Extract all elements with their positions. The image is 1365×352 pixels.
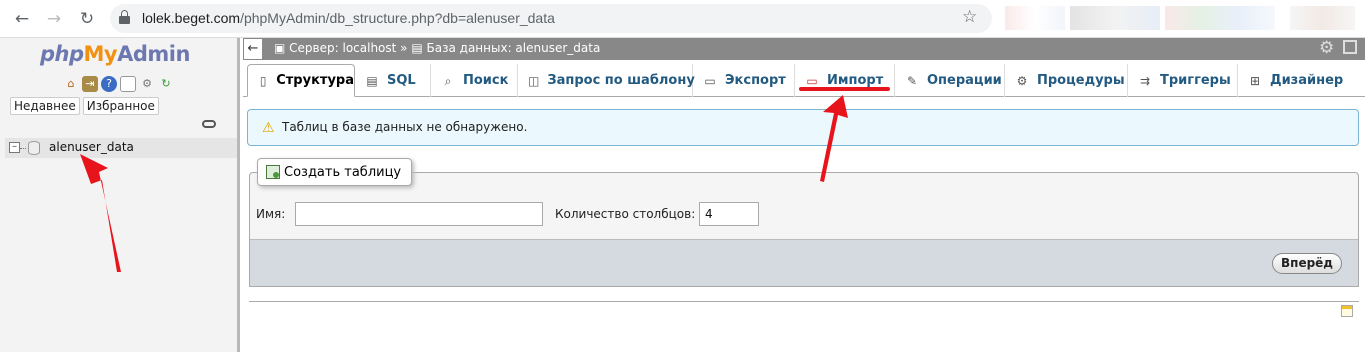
breadcrumb-database[interactable]: База данных: alenuser_data [427, 41, 601, 55]
settings-gear-icon[interactable]: ⚙ [139, 76, 155, 92]
tab-sql[interactable]: ▤ SQL [355, 64, 431, 97]
quick-icons: ⌂ ⇥ ? ⚙ ↻ [63, 76, 174, 92]
console-icon[interactable] [1341, 305, 1353, 317]
tab-label: SQL [387, 73, 416, 88]
notice-box: ⚠ Таблиц в базе данных не обнаружено. [247, 109, 1359, 146]
db-tree-item[interactable]: – alenuser_data [5, 138, 237, 158]
warning-icon: ⚠ [262, 120, 275, 136]
divider [249, 301, 1359, 302]
favorites-tab[interactable]: Избранное [82, 97, 159, 115]
forward-icon[interactable]: → [43, 8, 65, 30]
maximize-icon[interactable] [1343, 40, 1357, 54]
back-icon[interactable]: ← [11, 8, 33, 30]
table-name-label: Имя: [256, 207, 286, 221]
logo-admin: Admin [117, 42, 190, 66]
table-add-icon [266, 165, 280, 179]
notice-text: Таблиц в базе данных не обнаружено. [282, 120, 528, 134]
tab-search[interactable]: ⌕ Поиск [431, 64, 518, 97]
server-icon: ▣ [274, 41, 286, 55]
tab-query[interactable]: ◫ Запрос по шаблону [518, 64, 695, 97]
db-tree-label[interactable]: alenuser_data [49, 140, 134, 154]
url-text[interactable]: lolek.beget.com/phpMyAdmin/db_structure.… [142, 10, 555, 26]
sql-icon: ▤ [366, 73, 378, 88]
logo-my: My [83, 42, 118, 66]
tab-label: Экспорт [725, 73, 786, 88]
breadcrumb-server[interactable]: Сервер: localhost » [289, 41, 407, 55]
columns-count-input[interactable]: 4 [699, 202, 759, 226]
lock-icon [119, 10, 130, 24]
routines-icon: ⚙ [1016, 73, 1028, 88]
wrench-icon: ✎ [906, 73, 918, 88]
tab-label: Триггеры [1160, 73, 1231, 88]
tab-label: Импорт [827, 73, 884, 88]
tab-designer[interactable]: ⊞ Дизайнер [1238, 64, 1348, 97]
search-icon: ⌕ [444, 73, 452, 88]
settings-gear-icon[interactable]: ⚙ [1319, 38, 1334, 58]
reload-icon[interactable]: ↻ [76, 8, 98, 30]
breadcrumb: ← ▣ Сервер: localhost » ▤ База данных: a… [243, 38, 1365, 60]
export-icon: ▭ [704, 73, 716, 88]
tab-bar: ▯ Структура ▤ SQL ⌕ Поиск ◫ Запрос по шаблон… [243, 60, 1365, 97]
collapse-icon[interactable]: – [9, 142, 20, 153]
tab-label: Операции [927, 73, 1002, 88]
tab-label: Процедуры [1037, 73, 1125, 88]
bookmark-star-icon[interactable]: ☆ [962, 7, 977, 27]
tab-import[interactable]: ▭ Импорт [795, 64, 895, 97]
create-table-legend: Создать таблицу [257, 158, 413, 186]
recent-tab[interactable]: Недавнее [10, 97, 80, 115]
refresh-icon[interactable]: ↻ [158, 76, 174, 92]
extension-icon[interactable] [1070, 6, 1160, 30]
browser-toolbar: ← → ↻ lolek.beget.com/phpMyAdmin/db_stru… [0, 0, 1365, 38]
import-icon: ▭ [806, 73, 818, 88]
collapse-panel-icon[interactable]: ← [243, 38, 263, 60]
extension-icon[interactable] [1005, 6, 1065, 30]
url-host: lolek.beget.com [142, 10, 241, 26]
columns-count-label: Количество столбцов: [555, 207, 696, 221]
tab-label: Структура [276, 73, 354, 88]
designer-icon: ⊞ [1249, 73, 1261, 88]
tab-operations[interactable]: ✎ Операции [895, 64, 1005, 97]
logo-php: php [40, 42, 84, 66]
create-table-title: Создать таблицу [284, 164, 402, 180]
home-icon[interactable]: ⌂ [63, 76, 79, 92]
form-footer [249, 239, 1359, 287]
navigation-panel: phpMyAdmin ⌂ ⇥ ? ⚙ ↻ Недавнее Избранное … [0, 38, 240, 352]
tab-routines[interactable]: ⚙ Процедуры [1005, 64, 1128, 97]
tree-connector [20, 148, 26, 149]
go-button[interactable]: Вперёд [1272, 253, 1342, 274]
phpmyadmin-logo[interactable]: phpMyAdmin [40, 42, 190, 66]
address-bar[interactable]: lolek.beget.com/phpMyAdmin/db_structure.… [110, 4, 992, 33]
breadcrumb-text: ▣ Сервер: localhost » ▤ База данных: ale… [274, 41, 600, 55]
tab-label: Поиск [463, 73, 509, 88]
structure-icon: ▯ [259, 73, 267, 88]
tab-structure[interactable]: ▯ Структура [247, 64, 355, 97]
tab-label: Запрос по шаблону [547, 73, 695, 88]
query-icon: ◫ [528, 73, 540, 88]
extension-icon[interactable] [1165, 6, 1275, 30]
help-icon[interactable]: ? [101, 76, 117, 92]
logout-icon[interactable]: ⇥ [82, 76, 98, 92]
url-path: /phpMyAdmin/db_structure.php?db=alenuser… [240, 10, 555, 26]
docs-icon[interactable] [120, 76, 136, 92]
tab-export[interactable]: ▭ Экспорт [693, 64, 795, 97]
tab-triggers[interactable]: ⇉ Триггеры [1128, 64, 1238, 97]
profile-avatar[interactable] [1290, 6, 1355, 30]
tab-label: Дизайнер [1270, 73, 1344, 88]
database-icon [28, 141, 40, 155]
database-icon: ▤ [411, 41, 423, 55]
triggers-icon: ⇉ [1139, 73, 1151, 88]
table-name-input[interactable] [295, 202, 543, 226]
link-chain-icon[interactable] [202, 120, 216, 128]
